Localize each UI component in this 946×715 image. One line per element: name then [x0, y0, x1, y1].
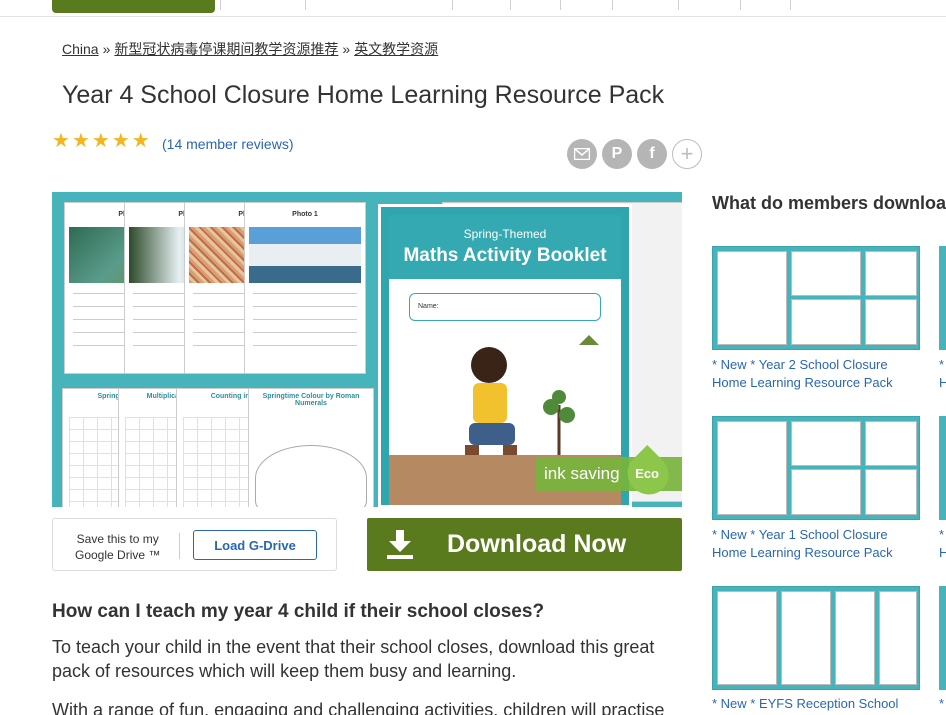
booklet-title: Maths Activity Booklet	[403, 245, 607, 266]
eco-badge-text: Eco	[635, 466, 659, 481]
booklet-subtitle: Spring-Themed	[463, 227, 547, 241]
top-nav	[0, 0, 946, 17]
related-resource-link-partial[interactable]: * H	[939, 356, 946, 392]
plus-icon[interactable]: +	[672, 139, 702, 169]
nav-divider	[560, 0, 561, 10]
load-gdrive-button[interactable]: Load G-Drive	[193, 530, 317, 560]
nav-active-tab[interactable]	[52, 0, 215, 13]
share-buttons: P f +	[567, 139, 702, 169]
save-text-line: Save this to my	[76, 532, 159, 546]
star-icon: ★	[52, 130, 70, 152]
eco-label: ink saving	[544, 464, 620, 483]
divider	[179, 533, 180, 559]
related-resource-thumbnail-partial[interactable]	[939, 586, 946, 690]
google-drive-save-box: Save this to my Google Drive ™ Load G-Dr…	[52, 518, 337, 571]
partial-text: H	[939, 545, 946, 560]
nav-divider	[678, 0, 679, 10]
related-resource-link[interactable]: * New * EYFS Reception School	[712, 695, 898, 713]
download-now-button[interactable]: Download Now	[367, 518, 682, 571]
partial-text: H	[939, 375, 946, 390]
star-icon: ★	[131, 130, 150, 152]
related-resource-thumbnail[interactable]	[712, 416, 920, 520]
pinterest-icon[interactable]: P	[602, 139, 632, 169]
related-resource-link-partial[interactable]: *	[939, 695, 944, 713]
star-icon: ★	[71, 130, 90, 152]
eco-ink-saving-badge: ink saving Eco	[536, 445, 682, 503]
partial-text: *	[939, 527, 945, 542]
breadcrumb-separator: »	[102, 41, 111, 57]
save-text-line: Google Drive ™	[75, 548, 161, 562]
related-resource-thumbnail-partial[interactable]	[939, 246, 946, 350]
related-resource-link-partial[interactable]: * H	[939, 526, 946, 562]
star-icon: ★	[111, 130, 130, 152]
nav-divider	[220, 0, 221, 10]
related-resource-title[interactable]: * New * EYFS Reception School	[712, 695, 898, 713]
worksheet-thumbnail: Springtime Colour by Roman Numerals	[248, 388, 374, 507]
nav-divider	[510, 0, 511, 10]
email-icon[interactable]	[567, 139, 597, 169]
photo-image	[249, 227, 361, 283]
member-reviews-link[interactable]: (14 member reviews)	[162, 136, 293, 152]
breadcrumb: China» 新型冠状病毒停课期间教学资源推荐» 英文教学资源	[62, 39, 438, 59]
breadcrumb-link-english-resources[interactable]: 英文教学资源	[354, 41, 438, 57]
related-resource-link[interactable]: * New * Year 2 School Closure Home Learn…	[712, 356, 893, 392]
photo-worksheet: Photo 1	[244, 202, 366, 374]
booklet-name-label: Name:	[418, 303, 439, 310]
breadcrumb-separator: »	[342, 41, 351, 57]
nav-divider	[452, 0, 453, 10]
sidebar-title: What do members download	[712, 193, 946, 213]
related-resource-thumbnail[interactable]	[712, 586, 920, 690]
related-resource-title[interactable]: * New * Year 2 School Closure	[712, 356, 893, 374]
page-title: Year 4 School Closure Home Learning Reso…	[62, 81, 665, 109]
related-resource-thumbnail[interactable]	[712, 246, 920, 350]
description-paragraph: To teach your child in the event that th…	[52, 637, 655, 681]
related-resource-thumbnail-partial[interactable]	[939, 416, 946, 520]
breadcrumb-link-covid-resources[interactable]: 新型冠状病毒停课期间教学资源推荐	[114, 41, 338, 57]
related-resource-link[interactable]: * New * Year 1 School Closure Home Learn…	[712, 526, 893, 562]
photo-label: Photo 1	[292, 211, 318, 218]
star-icon: ★	[91, 130, 110, 152]
section-heading: How can I teach my year 4 child if their…	[52, 601, 545, 622]
related-resource-title[interactable]: * New * Year 1 School Closure	[712, 526, 893, 544]
resource-preview-image[interactable]: Pho Pho Pho Photo 1 Springtime I S Multi…	[52, 192, 682, 507]
save-to-drive-text: Save this to my Google Drive ™	[75, 531, 160, 563]
facebook-icon[interactable]: f	[637, 139, 667, 169]
download-label: Download Now	[447, 530, 627, 558]
related-resource-title[interactable]: Home Learning Resource Pack	[712, 374, 893, 392]
partial-text: *	[939, 357, 945, 372]
star-rating: ★ ★ ★ ★ ★	[52, 130, 150, 152]
booklet-name-field: Name:	[409, 293, 601, 321]
description-paragraph: With a range of fun, engaging and challe…	[52, 700, 665, 715]
nav-divider	[790, 0, 791, 10]
related-resource-title[interactable]: Home Learning Resource Pack	[712, 544, 893, 562]
nav-divider	[612, 0, 613, 10]
worksheet-title: Springtime Colour by Roman Numerals	[262, 393, 360, 407]
nav-divider	[305, 0, 306, 10]
partial-text: *	[939, 696, 945, 711]
breadcrumb-link-china[interactable]: China	[62, 41, 99, 57]
download-icon	[387, 529, 413, 560]
nav-divider	[740, 0, 741, 10]
